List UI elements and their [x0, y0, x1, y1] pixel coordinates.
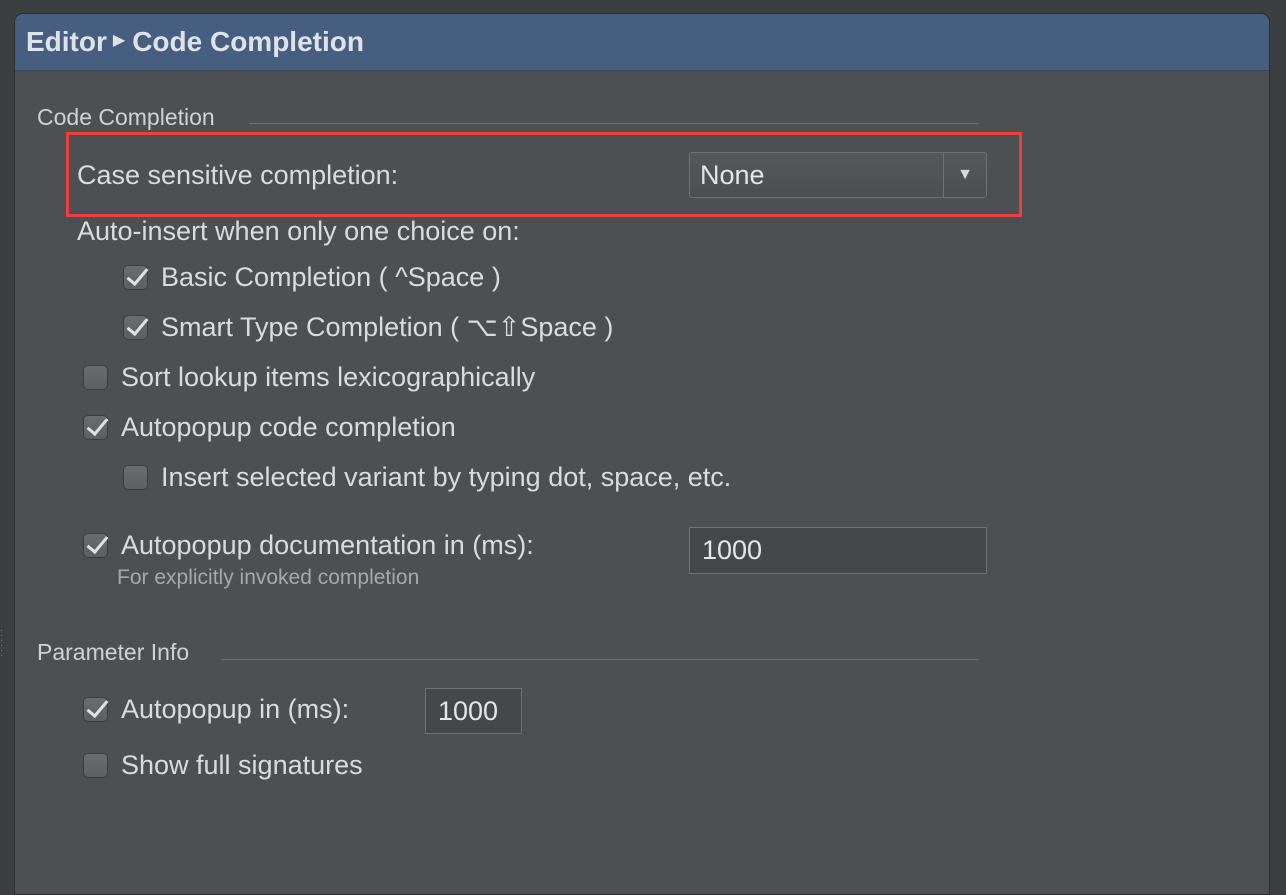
- autopopup-code-option[interactable]: Autopopup code completion: [83, 412, 456, 443]
- autopopup-doc-option[interactable]: Autopopup documentation in (ms):: [83, 530, 534, 561]
- highlight-box: [66, 132, 1022, 217]
- autopopup-doc-label: Autopopup documentation in (ms):: [121, 530, 534, 560]
- checkbox-unchecked-icon[interactable]: [123, 465, 148, 490]
- insert-selected-option[interactable]: Insert selected variant by typing dot, s…: [123, 462, 731, 493]
- check-icon[interactable]: [123, 265, 148, 290]
- autopopup-doc-ms-value: 1000: [702, 535, 763, 565]
- breadcrumb-parent[interactable]: Editor: [26, 26, 107, 58]
- autopopup-doc-hint: For explicitly invoked completion: [117, 566, 420, 589]
- parameter-autopopup-label: Autopopup in (ms):: [121, 694, 350, 724]
- show-full-signatures-label: Show full signatures: [121, 750, 363, 780]
- parameter-autopopup-option[interactable]: Autopopup in (ms):: [83, 694, 349, 725]
- breadcrumb: Editor ▶ Code Completion: [15, 14, 1269, 71]
- autopopup-doc-ms-input[interactable]: 1000: [689, 527, 987, 574]
- settings-window: Editor ▶ Code Completion Code Completion…: [14, 13, 1270, 895]
- check-icon[interactable]: [83, 697, 108, 722]
- check-icon[interactable]: [83, 415, 108, 440]
- sort-lookup-label: Sort lookup items lexicographically: [121, 362, 536, 392]
- panel-resize-handle[interactable]: · · · · · ·: [0, 626, 8, 661]
- autopopup-code-label: Autopopup code completion: [121, 412, 456, 442]
- parameter-autopopup-ms-input[interactable]: 1000: [425, 688, 522, 734]
- smart-type-completion-option[interactable]: Smart Type Completion ( ⌥⇧Space ): [123, 312, 613, 343]
- group-divider: [249, 123, 979, 124]
- basic-completion-label: Basic Completion ( ^Space ): [161, 262, 501, 292]
- triangle-right-icon: ▶: [112, 32, 126, 49]
- insert-selected-label: Insert selected variant by typing dot, s…: [161, 462, 732, 492]
- checkbox-unchecked-icon[interactable]: [83, 753, 108, 778]
- show-full-signatures-option[interactable]: Show full signatures: [83, 750, 363, 781]
- auto-insert-label: Auto-insert when only one choice on:: [77, 216, 520, 246]
- basic-completion-option[interactable]: Basic Completion ( ^Space ): [123, 262, 501, 293]
- checkbox-unchecked-icon[interactable]: [83, 365, 108, 390]
- check-icon[interactable]: [123, 315, 148, 340]
- check-icon[interactable]: [83, 533, 108, 558]
- group-divider: [221, 659, 979, 660]
- group-title-parameter-info: Parameter Info: [37, 639, 190, 665]
- smart-type-completion-label: Smart Type Completion ( ⌥⇧Space ): [161, 312, 614, 342]
- parameter-autopopup-ms-value: 1000: [438, 695, 499, 726]
- sort-lookup-option[interactable]: Sort lookup items lexicographically: [83, 362, 535, 393]
- group-title-code-completion: Code Completion: [37, 104, 215, 130]
- breadcrumb-current: Code Completion: [132, 26, 364, 57]
